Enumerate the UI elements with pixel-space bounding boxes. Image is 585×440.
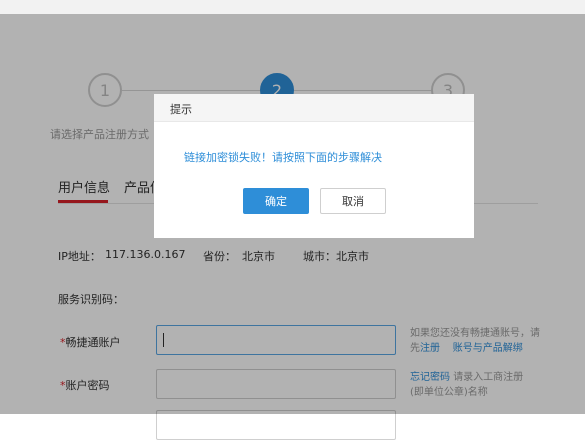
cancel-button[interactable]: 取消 [320,188,386,214]
dialog-header: 提示 [154,94,474,122]
next-input[interactable] [156,410,396,440]
alert-dialog: 提示 链接加密锁失败！请按照下面的步骤解决 确定 取消 [154,94,474,238]
confirm-button[interactable]: 确定 [243,188,309,214]
top-bar [0,0,585,14]
dialog-title: 提示 [170,103,192,116]
dialog-message: 链接加密锁失败！请按照下面的步骤解决 [184,151,382,164]
